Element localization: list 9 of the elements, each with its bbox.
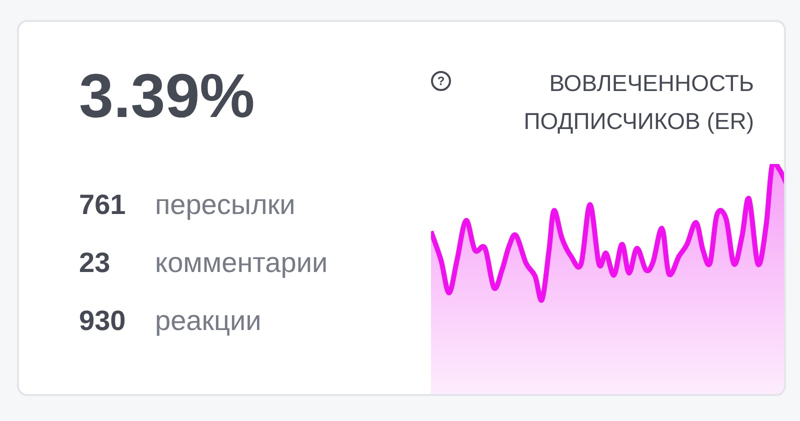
metric-value: 3.39% [79, 66, 256, 128]
stat-label: реакции [155, 304, 262, 338]
stat-label: комментарии [155, 246, 329, 280]
stat-value: 761 [79, 188, 127, 222]
stat-value: 23 [79, 246, 112, 280]
metric-title: ВОВЛЕЧЕННОСТЬ ПОДПИСЧИКОВ (ER) [522, 69, 754, 136]
stat-value: 930 [79, 304, 127, 338]
stat-label: пересылки [155, 188, 296, 222]
help-icon[interactable]: ? [431, 71, 451, 91]
